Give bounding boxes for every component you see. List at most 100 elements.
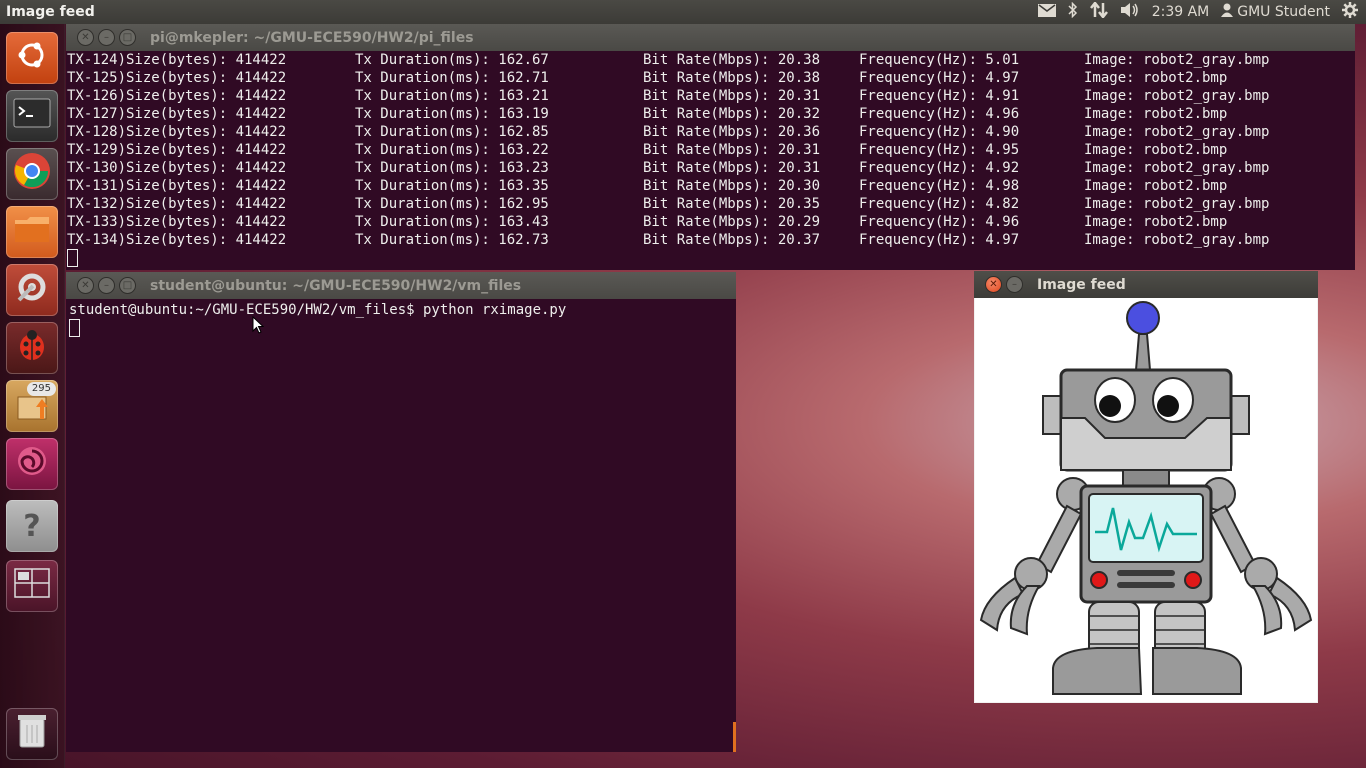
swirl-icon (14, 443, 50, 486)
terminal-field-id: TX-134)Size(bytes): 414422 (67, 232, 287, 248)
terminal-field-id: TX-125)Size(bytes): 414422 (67, 70, 287, 86)
workspace-icon (14, 567, 50, 605)
terminal-field-img: Image: robot2.bmp (1084, 142, 1228, 158)
user-menu[interactable]: GMU Student (1221, 3, 1330, 21)
terminal-field-rate: Bit Rate(Mbps): 20.37 (643, 232, 821, 248)
terminal-field-img: Image: robot2.bmp (1084, 106, 1228, 122)
mail-icon[interactable] (1037, 3, 1056, 21)
terminal-field-dur: Tx Duration(ms): 163.21 (355, 88, 549, 104)
terminal-field-rate: Bit Rate(Mbps): 20.31 (643, 160, 821, 176)
bluetooth-icon[interactable] (1068, 1, 1078, 22)
terminal-field-rate: Bit Rate(Mbps): 20.30 (643, 178, 821, 194)
terminal-output[interactable]: TX-124)Size(bytes): 414422 Tx Duration(ms… (66, 51, 1355, 270)
launcher-dash-home[interactable] (6, 32, 58, 84)
close-button[interactable]: ✕ (985, 276, 1002, 293)
active-app-title: Image feed (6, 4, 95, 20)
launcher-system-settings[interactable] (6, 264, 58, 316)
terminal-field-img: Image: robot2_gray.bmp (1084, 232, 1270, 248)
terminal-line: TX-130)Size(bytes): 414422 Tx Duration(ms… (66, 159, 1355, 177)
terminal-field-freq: Frequency(Hz): 4.98 (859, 178, 1020, 194)
volume-icon[interactable] (1120, 2, 1140, 22)
launcher-terminal[interactable] (6, 90, 58, 142)
launcher-help[interactable]: ? (6, 500, 58, 552)
scrollbar-indicator[interactable] (733, 722, 736, 752)
terminal-field-freq: Frequency(Hz): 4.90 (859, 124, 1020, 140)
terminal-field-rate: Bit Rate(Mbps): 20.29 (643, 214, 821, 230)
terminal-field-img: Image: robot2.bmp (1084, 178, 1228, 194)
terminal-field-freq: Frequency(Hz): 4.95 (859, 142, 1020, 158)
terminal-field-img: Image: robot2.bmp (1084, 70, 1228, 86)
folder-icon (13, 214, 51, 251)
terminal-field-id: TX-133)Size(bytes): 414422 (67, 214, 287, 230)
terminal-field-freq: Frequency(Hz): 4.97 (859, 70, 1020, 86)
minimize-button[interactable]: – (98, 277, 115, 294)
terminal-field-freq: Frequency(Hz): 4.97 (859, 232, 1020, 248)
terminal-field-rate: Bit Rate(Mbps): 20.35 (643, 196, 821, 212)
launcher-workspaces[interactable] (6, 560, 58, 612)
launcher-bug-app[interactable] (6, 322, 58, 374)
terminal-field-freq: Frequency(Hz): 4.96 (859, 214, 1020, 230)
clock[interactable]: 2:39 AM (1152, 4, 1210, 20)
terminal-icon (13, 98, 51, 135)
terminal-window-vm[interactable]: ✕ – □ student@ubuntu: ~/GMU-ECE590/HW2/v… (66, 272, 736, 752)
terminal-field-img: Image: robot2_gray.bmp (1084, 160, 1270, 176)
terminal-field-dur: Tx Duration(ms): 162.67 (355, 52, 549, 68)
close-button[interactable]: ✕ (77, 277, 94, 294)
terminal-line: TX-124)Size(bytes): 414422 Tx Duration(ms… (66, 51, 1355, 69)
terminal-field-id: TX-132)Size(bytes): 414422 (67, 196, 287, 212)
user-icon (1221, 3, 1234, 21)
terminal-field-img: Image: robot2_gray.bmp (1084, 124, 1270, 140)
help-icon: ? (23, 508, 41, 544)
launcher-update-manager[interactable]: 295 (6, 380, 58, 432)
terminal-field-dur: Tx Duration(ms): 162.73 (355, 232, 549, 248)
terminal-field-rate: Bit Rate(Mbps): 20.31 (643, 142, 821, 158)
terminal-field-dur: Tx Duration(ms): 163.23 (355, 160, 549, 176)
terminal-line: TX-133)Size(bytes): 414422 Tx Duration(ms… (66, 213, 1355, 231)
window-title: student@ubuntu: ~/GMU-ECE590/HW2/vm_file… (150, 277, 522, 294)
terminal-field-img: Image: robot2.bmp (1084, 214, 1228, 230)
terminal-field-rate: Bit Rate(Mbps): 20.31 (643, 88, 821, 104)
terminal-field-img: Image: robot2_gray.bmp (1084, 52, 1270, 68)
terminal-line: TX-128)Size(bytes): 414422 Tx Duration(ms… (66, 123, 1355, 141)
terminal-field-id: TX-131)Size(bytes): 414422 (67, 178, 287, 194)
terminal-field-dur: Tx Duration(ms): 163.19 (355, 106, 549, 122)
minimize-button[interactable]: – (1006, 276, 1023, 293)
ubuntu-logo-icon (16, 39, 48, 78)
maximize-button[interactable]: □ (119, 277, 136, 294)
minimize-button[interactable]: – (98, 29, 115, 46)
terminal-line: TX-127)Size(bytes): 414422 Tx Duration(ms… (66, 105, 1355, 123)
network-icon[interactable] (1089, 0, 1108, 22)
text-cursor (67, 249, 78, 267)
launcher-trash[interactable] (6, 708, 58, 760)
terminal-field-freq: Frequency(Hz): 4.96 (859, 106, 1020, 122)
chrome-icon (12, 151, 52, 198)
titlebar[interactable]: ✕ – □ student@ubuntu: ~/GMU-ECE590/HW2/v… (66, 272, 736, 299)
launcher-files[interactable] (6, 206, 58, 258)
terminal-window-pi[interactable]: ✕ – □ pi@mkepler: ~/GMU-ECE590/HW2/pi_fi… (66, 24, 1355, 270)
titlebar[interactable]: ✕ – Image feed (974, 271, 1318, 298)
user-name: GMU Student (1237, 4, 1330, 20)
launcher: 295 ? (0, 24, 65, 768)
terminal-field-rate: Bit Rate(Mbps): 20.38 (643, 52, 821, 68)
maximize-button[interactable]: □ (119, 29, 136, 46)
image-feed-window[interactable]: ✕ – Image feed (974, 271, 1318, 703)
launcher-app-8[interactable] (6, 438, 58, 490)
close-button[interactable]: ✕ (77, 29, 94, 46)
titlebar[interactable]: ✕ – □ pi@mkepler: ~/GMU-ECE590/HW2/pi_fi… (66, 24, 1355, 51)
launcher-chrome[interactable] (6, 148, 58, 200)
window-title: pi@mkepler: ~/GMU-ECE590/HW2/pi_files (150, 29, 474, 46)
mouse-pointer-icon (252, 316, 264, 334)
settings-icon (13, 268, 51, 313)
update-count-badge: 295 (26, 382, 56, 396)
terminal-line: TX-131)Size(bytes): 414422 Tx Duration(ms… (66, 177, 1355, 195)
top-panel: Image feed 2:39 AM GMU Student (0, 0, 1366, 24)
terminal-field-img: Image: robot2_gray.bmp (1084, 196, 1270, 212)
command-line: student@ubuntu:~/GMU-ECE590/HW2/vm_files… (69, 302, 567, 318)
terminal-output[interactable]: student@ubuntu:~/GMU-ECE590/HW2/vm_files… (66, 299, 736, 752)
terminal-field-id: TX-128)Size(bytes): 414422 (67, 124, 287, 140)
terminal-line: TX-129)Size(bytes): 414422 Tx Duration(ms… (66, 141, 1355, 159)
gear-icon[interactable] (1342, 2, 1358, 22)
terminal-field-dur: Tx Duration(ms): 162.71 (355, 70, 549, 86)
terminal-line: TX-134)Size(bytes): 414422 Tx Duration(ms… (66, 231, 1355, 249)
terminal-field-id: TX-126)Size(bytes): 414422 (67, 88, 287, 104)
